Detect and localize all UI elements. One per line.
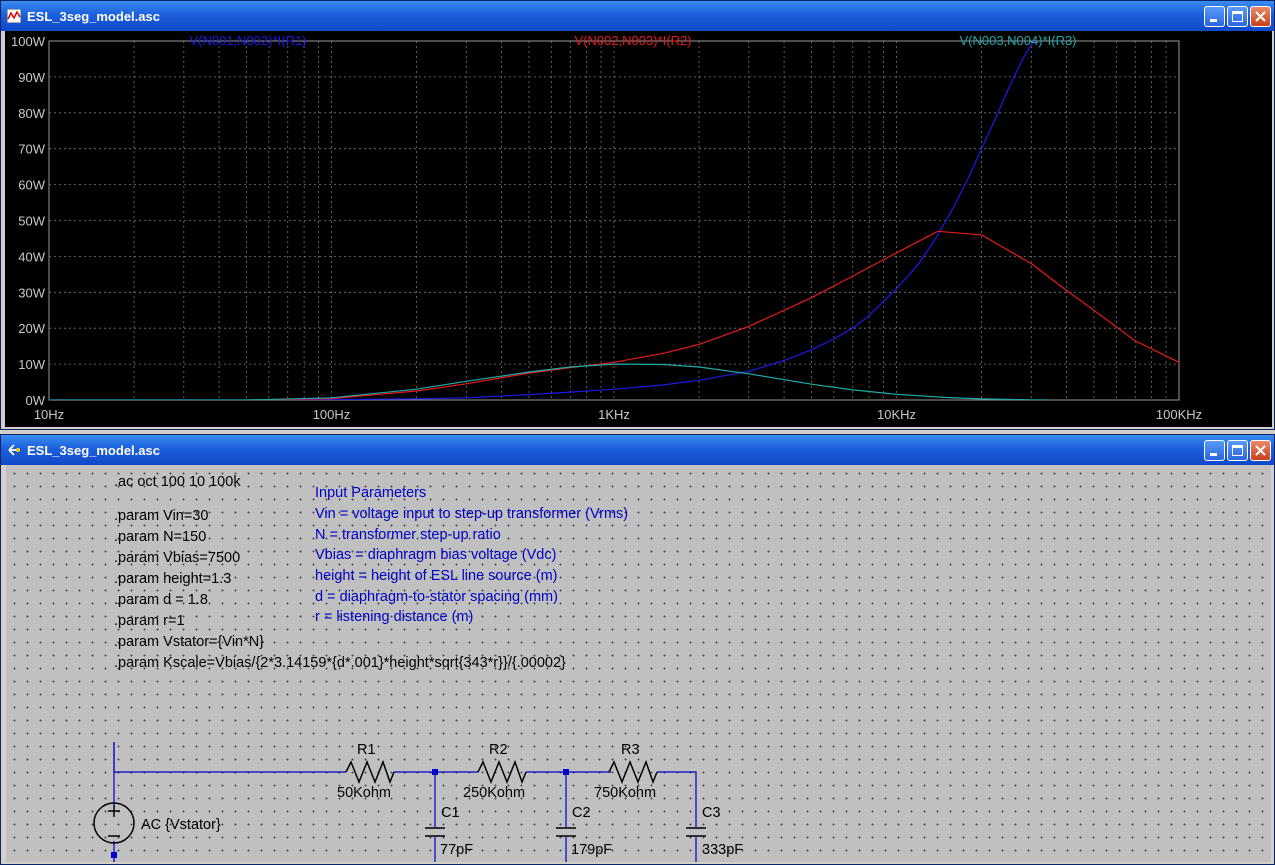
series-line-1[interactable]: [49, 41, 1036, 400]
close-icon: [1255, 11, 1266, 22]
series-line-3[interactable]: [49, 363, 1051, 400]
y-tick-label: 40W: [18, 249, 45, 264]
source-plus-icon: [108, 805, 120, 817]
source-label[interactable]: AC {Vstator}: [141, 817, 221, 833]
y-tick-label: 10W: [18, 357, 45, 372]
resistor-r1[interactable]: [345, 759, 395, 785]
r2-value[interactable]: 250Kohm: [463, 785, 525, 801]
y-tick-label: 90W: [18, 70, 45, 85]
y-tick-label: 70W: [18, 142, 45, 157]
y-tick-label: 60W: [18, 178, 45, 193]
waveform-chart: 0W 10W 20W 30W 40W 50W 60W 70W 80W 90W 100W 10Hz 100…: [11, 33, 1202, 422]
maximize-icon: [1232, 445, 1243, 456]
c3-name[interactable]: C3: [702, 805, 721, 821]
c2-name[interactable]: C2: [572, 805, 591, 821]
c2-value[interactable]: 179pF: [571, 842, 612, 858]
close-icon: [1255, 445, 1266, 456]
y-tick-label: 100W: [11, 34, 46, 49]
y-tick-label: 80W: [18, 106, 45, 121]
y-tick-label: 20W: [18, 321, 45, 336]
r3-value[interactable]: 750Kohm: [594, 785, 656, 801]
resistor-r3[interactable]: [608, 759, 658, 785]
minimize-button[interactable]: [1204, 6, 1225, 27]
capacitor-c2[interactable]: [556, 827, 576, 837]
x-tick-label: 100KHz: [1156, 407, 1202, 422]
junction-source-mid: [111, 852, 117, 858]
y-tick-label: 30W: [18, 285, 45, 300]
plot-window: ESL_3seg_model.asc 0W 10W 20W 30W 40W 50W 60W 7…: [0, 0, 1275, 430]
minimize-icon: [1210, 453, 1217, 456]
junction-c2: [563, 769, 569, 775]
wire-r3-c3[interactable]: [657, 771, 697, 827]
close-button[interactable]: [1250, 6, 1271, 27]
capacitor-c3[interactable]: [686, 827, 706, 837]
c1-name[interactable]: C1: [441, 805, 460, 821]
x-tick-label: 100Hz: [313, 407, 351, 422]
maximize-button[interactable]: [1227, 6, 1248, 27]
trace-label-1[interactable]: V(N001,N002)*I(R1): [189, 33, 306, 48]
r3-name[interactable]: R3: [621, 742, 640, 758]
minimize-icon: [1210, 19, 1217, 22]
plot-area[interactable]: 0W 10W 20W 30W 40W 50W 60W 70W 80W 90W 100W 10Hz 100…: [5, 31, 1272, 427]
close-button[interactable]: [1250, 440, 1271, 461]
trace-label-2[interactable]: V(N002,N003)*I(R2): [574, 33, 691, 48]
circuit-diagram: [93, 742, 706, 862]
r2-name[interactable]: R2: [489, 742, 508, 758]
maximize-button[interactable]: [1227, 440, 1248, 461]
schematic-app-icon: [8, 444, 20, 456]
y-tick-label: 0W: [26, 393, 46, 408]
r1-value[interactable]: 50Kohm: [337, 785, 391, 801]
r1-name[interactable]: R1: [357, 742, 376, 758]
c3-value[interactable]: 333pF: [702, 842, 743, 858]
junction-c1: [432, 769, 438, 775]
schematic-canvas[interactable]: .ac oct 100 10 100k .param Vin=30 .param…: [6, 465, 1271, 862]
capacitor-c1[interactable]: [425, 827, 445, 837]
schematic-window-title: ESL_3seg_model.asc: [27, 443, 160, 458]
x-tick-label: 10KHz: [877, 407, 916, 422]
wire-top[interactable]: [113, 742, 346, 773]
waveform-app-icon: [7, 9, 21, 23]
c1-value[interactable]: 77pF: [440, 842, 473, 858]
schematic-window-titlebar[interactable]: ESL_3seg_model.asc: [1, 435, 1274, 465]
schematic-window: ESL_3seg_model.asc .ac oct 100 10 100k .…: [0, 434, 1275, 865]
maximize-icon: [1232, 11, 1243, 22]
trace-label-3[interactable]: V(N003,N004)*I(R3): [959, 33, 1076, 48]
minimize-button[interactable]: [1204, 440, 1225, 461]
y-tick-label: 50W: [18, 214, 45, 229]
resistor-r2[interactable]: [477, 759, 527, 785]
plot-window-title: ESL_3seg_model.asc: [27, 9, 160, 24]
x-tick-label: 1KHz: [598, 407, 630, 422]
plot-window-titlebar[interactable]: ESL_3seg_model.asc: [1, 1, 1274, 31]
x-tick-label: 10Hz: [34, 407, 64, 422]
